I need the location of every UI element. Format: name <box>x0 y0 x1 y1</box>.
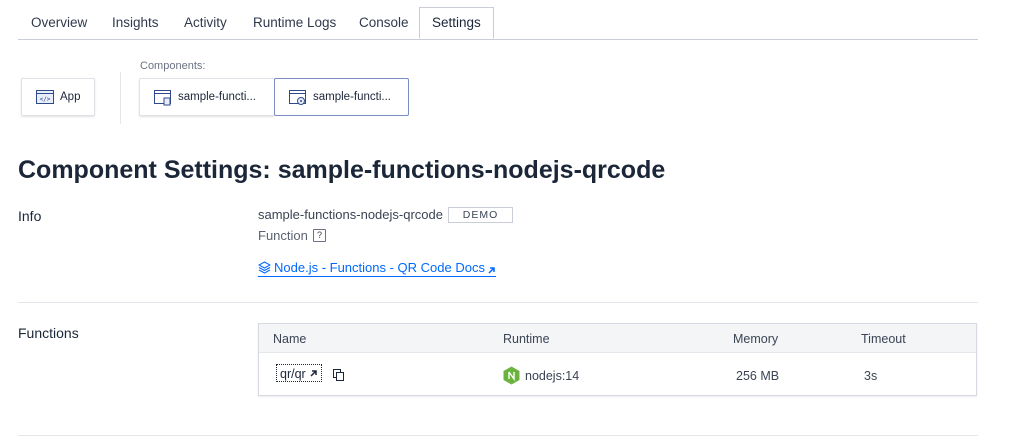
functions-table: Name Runtime Memory Timeout qr/qr nodejs… <box>258 323 977 396</box>
column-header-timeout: Timeout <box>861 332 906 346</box>
tab-overview[interactable]: Overview <box>31 8 87 38</box>
external-link-icon <box>309 365 318 377</box>
column-header-name: Name <box>273 332 307 346</box>
tab-insights[interactable]: Insights <box>112 8 159 38</box>
copy-icon[interactable] <box>333 368 344 381</box>
help-icon[interactable]: ? <box>313 229 326 242</box>
function-settings-icon <box>289 90 307 105</box>
demo-badge: DEMO <box>448 207 513 223</box>
section-divider <box>18 302 978 303</box>
docs-link-label: Node.js - Functions - QR Code Docs <box>274 259 485 275</box>
svg-text:</>: </> <box>40 96 51 103</box>
tab-console[interactable]: Console <box>359 8 409 38</box>
runtime-value: nodejs:14 <box>525 369 580 383</box>
code-window-icon: </> <box>36 90 54 104</box>
tab-activity[interactable]: Activity <box>184 8 227 38</box>
info-section-label: Info <box>18 208 42 224</box>
tab-runtime-logs[interactable]: Runtime Logs <box>253 8 336 38</box>
component-card-label: sample-functi... <box>313 91 391 103</box>
divider <box>120 72 121 124</box>
page-title: Component Settings: sample-functions-nod… <box>18 156 666 184</box>
column-header-memory: Memory <box>733 332 779 346</box>
functions-section-label: Functions <box>18 325 79 341</box>
component-type: Function <box>258 228 308 243</box>
function-window-icon <box>154 90 172 106</box>
section-divider <box>18 435 978 436</box>
function-link[interactable]: qr/qr <box>276 364 323 382</box>
component-name: sample-functions-nodejs-qrcode <box>258 207 443 222</box>
layers-icon <box>257 260 272 274</box>
tab-settings[interactable]: Settings <box>419 7 494 39</box>
timeout-value: 3s <box>864 369 878 383</box>
column-header-runtime: Runtime <box>503 332 550 346</box>
app-component-label: App <box>60 91 81 103</box>
app-component-card[interactable]: </> App <box>21 78 95 116</box>
docs-link[interactable]: Node.js - Functions - QR Code Docs <box>257 259 496 277</box>
component-card-selected[interactable]: sample-functi... <box>274 78 409 116</box>
table-header: Name Runtime Memory Timeout <box>259 324 976 353</box>
component-card-label: sample-functi... <box>178 91 256 103</box>
memory-value: 256 MB <box>736 369 780 383</box>
external-link-icon <box>487 263 496 274</box>
nodejs-icon <box>503 366 520 385</box>
component-card[interactable]: sample-functi... <box>139 78 275 116</box>
function-name: qr/qr <box>280 367 306 381</box>
tab-bar: Overview Insights Activity Runtime Logs … <box>18 0 978 40</box>
components-label: Components: <box>140 60 206 72</box>
